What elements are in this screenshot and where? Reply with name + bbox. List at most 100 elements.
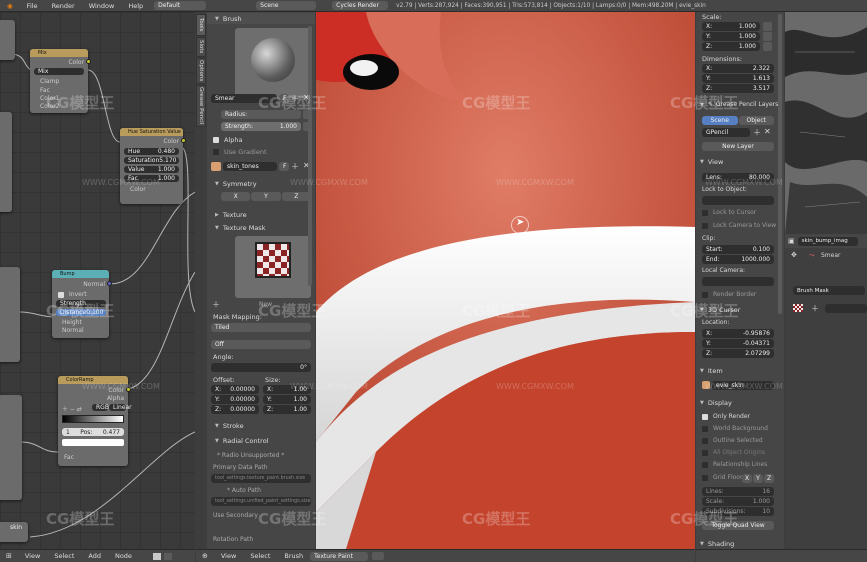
grid-scale-field[interactable]: Scale: 1.000	[702, 497, 774, 506]
mix-out-socket[interactable]	[86, 59, 91, 64]
world-background-checkbox[interactable]: World Background	[702, 425, 768, 432]
relationship-lines-checkbox[interactable]: Relationship Lines	[702, 461, 767, 468]
display-panel-header[interactable]: ▼ Display	[696, 397, 784, 408]
radial-control-panel-header[interactable]: ▼ Radial Control	[207, 435, 315, 446]
grid-floor-checkbox[interactable]: Grid Floor	[702, 474, 742, 481]
mask-new-icon[interactable]: ＋	[811, 303, 819, 314]
image-name-field[interactable]: skin_bump_imag	[797, 236, 858, 246]
tab-slots[interactable]: Slots	[196, 37, 206, 57]
scale-y-lock-icon[interactable]	[763, 32, 772, 41]
lock-camera-checkbox[interactable]: Lock Camera to View	[702, 222, 776, 229]
mix-blend-select[interactable]: Mix	[34, 68, 84, 75]
item-name-field[interactable]: evie_skin	[712, 381, 774, 390]
node-shader-icon[interactable]	[152, 552, 161, 560]
symmetry-y-button[interactable]: Y	[251, 192, 281, 201]
bump-out-socket[interactable]	[107, 281, 112, 286]
lock-to-cursor-checkbox[interactable]: Lock to Cursor	[702, 209, 756, 216]
mask-texture-name[interactable]: New	[259, 301, 272, 308]
brush-new-icon[interactable]: ＋	[291, 93, 299, 104]
viewport-menu-view[interactable]: View	[214, 552, 243, 560]
properties-scrollbar[interactable]	[778, 14, 782, 314]
grid-lines-field[interactable]: Lines: 16	[702, 487, 774, 496]
dimension-z-field[interactable]: Z: 3.517	[702, 84, 774, 93]
strength-field[interactable]: Strength: 1.000	[221, 122, 301, 131]
view-panel-header[interactable]: ▼ View	[696, 156, 784, 167]
bump-invert-checkbox[interactable]: Invert	[58, 291, 87, 298]
bump-strength-field[interactable]: Strength	[56, 300, 106, 307]
hsv-hue-field[interactable]: Hue 0.480	[124, 148, 179, 155]
hsv-node[interactable]: Hue Saturation Value Color Hue 0.480 Satu…	[120, 128, 186, 204]
mask-texture-icon[interactable]	[793, 304, 803, 312]
smear-brush-icon[interactable]: ⤳	[809, 251, 815, 260]
grease-scene-tab[interactable]: Scene	[702, 116, 738, 125]
all-object-origins-checkbox[interactable]: All Object Origins	[702, 449, 765, 456]
colorramp-pos-field[interactable]: 1 Pos: 0.477	[62, 428, 124, 436]
grease-object-tab[interactable]: Object	[738, 116, 774, 125]
gpencil-new-icon[interactable]: ＋	[753, 127, 761, 138]
hsv-saturation-field[interactable]: Saturation 5.170	[124, 157, 179, 164]
image-icon[interactable]: ▣	[788, 237, 795, 245]
angle-field[interactable]: 0°	[211, 363, 311, 372]
grid-axis-x[interactable]: X	[742, 474, 752, 483]
menu-help[interactable]: Help	[121, 2, 150, 10]
viewport-menu-brush[interactable]: Brush	[277, 552, 310, 560]
texture-panel-header[interactable]: ▶ Texture	[207, 209, 315, 220]
viewport-type-icon[interactable]: ⊕	[202, 552, 208, 560]
scene-selector[interactable]: Scene	[256, 1, 317, 10]
only-render-checkbox[interactable]: Only Render	[702, 413, 750, 420]
alpha-checkbox[interactable]: Alpha	[213, 136, 242, 144]
node-partial-1[interactable]	[0, 20, 15, 60]
node-texture-icon[interactable]	[163, 552, 172, 560]
shading-panel-header[interactable]: ▼ Shading	[696, 538, 784, 549]
bump-node[interactable]: Bump Normal Invert Strength Distance 0.10…	[52, 270, 112, 338]
scale-y-field[interactable]: Y: 1.000	[702, 32, 760, 41]
scale-x-lock-icon[interactable]	[763, 22, 772, 31]
gpencil-datablock-field[interactable]: GPencil	[702, 128, 750, 137]
colorramp-out-socket[interactable]	[126, 387, 131, 392]
3d-cursor-panel-header[interactable]: ▼ 3D Cursor	[696, 304, 784, 315]
cursor-z-field[interactable]: Z: 2.07299	[702, 349, 774, 358]
tab-tools[interactable]: Tools	[196, 14, 206, 36]
blender-logo-icon[interactable]: ◉	[0, 2, 20, 10]
render-engine-selector[interactable]: Cycles Render	[332, 1, 389, 10]
colorramp-stop-color[interactable]	[62, 439, 124, 446]
tool-shelf-scrollbar[interactable]	[308, 26, 312, 286]
colorramp-add-icon[interactable]: ＋ − ⇄	[62, 404, 82, 413]
bump-distance-field[interactable]: Distance 0.100	[56, 309, 106, 316]
colorramp-gradient[interactable]	[62, 415, 124, 423]
brush-fake-user-button[interactable]: F	[279, 94, 289, 103]
radius-field[interactable]: Radius:	[221, 110, 301, 119]
hsv-value-field[interactable]: Value 1.000	[124, 166, 179, 173]
node-menu-view[interactable]: View	[18, 552, 47, 560]
lock-to-object-field[interactable]	[702, 196, 774, 205]
primary-data-path-field[interactable]: tool_settings.texture_paint.brush.size	[211, 474, 311, 483]
brush-panel-header[interactable]: ▼ Brush	[207, 13, 315, 24]
outline-selected-checkbox[interactable]: Outline Selected	[702, 437, 763, 444]
symmetry-x-button[interactable]: X	[221, 192, 251, 201]
colorramp-interp-select[interactable]: Linear	[109, 404, 132, 411]
size-z-field[interactable]: Z: 1.00	[263, 405, 311, 414]
size-x-field[interactable]: X: 1.00	[263, 385, 311, 394]
menu-file[interactable]: File	[20, 2, 45, 10]
menu-window[interactable]: Window	[82, 2, 122, 10]
use-gradient-checkbox[interactable]: Use Gradient	[213, 148, 267, 156]
offset-y-field[interactable]: Y: 0.00000	[211, 395, 259, 404]
colorramp-mode-select[interactable]: RGB	[92, 404, 109, 411]
mask-add-icon[interactable]: ＋	[212, 299, 220, 310]
node-editor-type-icon[interactable]: ⊞	[6, 552, 12, 560]
menu-render[interactable]: Render	[45, 2, 82, 10]
cursor-y-field[interactable]: Y: -0.04371	[702, 339, 774, 348]
gpencil-close-icon[interactable]: ✕	[764, 127, 771, 136]
offset-x-field[interactable]: X: 0.00000	[211, 385, 259, 394]
grid-subdivisions-field[interactable]: Subdivisions: 10	[702, 507, 774, 516]
node-editor[interactable]: Mix Color Mix Clamp Fac Color1 Color2 Hu…	[0, 12, 195, 549]
node-partial-3[interactable]	[0, 267, 20, 362]
cursor-x-field[interactable]: X: -0.95876	[702, 329, 774, 338]
node-menu-select[interactable]: Select	[47, 552, 81, 560]
offset-z-field[interactable]: Z: 0.00000	[211, 405, 259, 414]
node-partial-4[interactable]	[0, 395, 22, 500]
3d-viewport[interactable]: ➤	[316, 12, 695, 549]
local-camera-field[interactable]	[702, 277, 774, 286]
palette-new-icon[interactable]: ＋	[291, 161, 299, 172]
brush-name-field[interactable]: Smear	[211, 94, 277, 103]
